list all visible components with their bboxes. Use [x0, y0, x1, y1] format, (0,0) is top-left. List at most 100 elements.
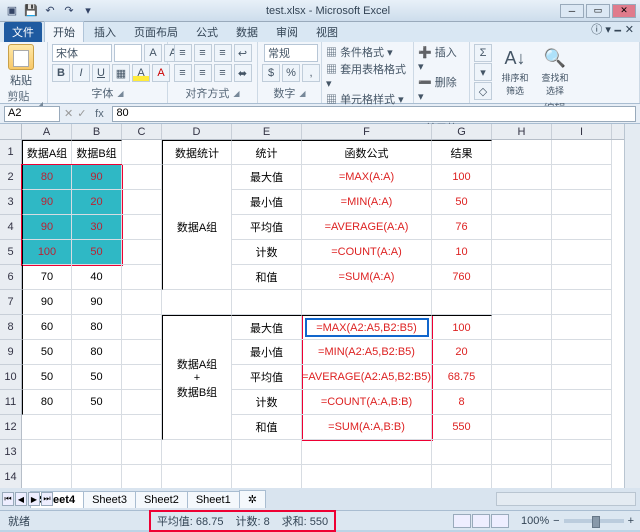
- cell[interactable]: 最小值: [232, 340, 302, 365]
- cell[interactable]: 函数公式: [302, 140, 432, 165]
- align-center-icon[interactable]: ≡: [194, 64, 212, 82]
- cell[interactable]: [162, 440, 232, 465]
- tab-nav-next-icon[interactable]: ▶: [28, 492, 40, 506]
- cell[interactable]: 8: [432, 390, 492, 415]
- cell[interactable]: 80: [22, 165, 72, 190]
- cell[interactable]: [162, 290, 232, 315]
- cell[interactable]: 90: [22, 215, 72, 240]
- align-bot-icon[interactable]: ≡: [214, 44, 232, 62]
- col-I[interactable]: I: [552, 124, 612, 139]
- cell[interactable]: 70: [22, 265, 72, 290]
- cell[interactable]: 50: [22, 365, 72, 390]
- worksheet[interactable]: A B C D E F G H I 1234567891011121314 数据…: [0, 124, 624, 488]
- cell[interactable]: 50: [72, 365, 122, 390]
- help-icon[interactable]: ⓘ ▾ 🗕 ✕: [583, 19, 640, 42]
- column-headers[interactable]: A B C D E F G H I: [22, 124, 624, 140]
- tab-view[interactable]: 视图: [308, 22, 346, 42]
- cell-merged[interactable]: 数据A组+数据B组: [162, 315, 232, 440]
- row-3[interactable]: 3: [0, 190, 21, 215]
- autosum-icon[interactable]: Σ: [474, 44, 492, 62]
- row-12[interactable]: 12: [0, 415, 21, 440]
- cell[interactable]: 数据统计: [162, 140, 232, 165]
- zoom-level[interactable]: 100%: [521, 515, 549, 527]
- cell[interactable]: 100: [432, 165, 492, 190]
- cell[interactable]: =MIN(A:A): [302, 190, 432, 215]
- cell[interactable]: 20: [72, 190, 122, 215]
- cell[interactable]: [492, 265, 552, 290]
- row-4[interactable]: 4: [0, 215, 21, 240]
- cell[interactable]: 平均值: [232, 215, 302, 240]
- paste-button[interactable]: 粘贴: [4, 44, 38, 88]
- align-top-icon[interactable]: ≡: [174, 44, 192, 62]
- cell[interactable]: [552, 340, 612, 365]
- cell[interactable]: 最小值: [232, 190, 302, 215]
- cell[interactable]: [492, 315, 552, 340]
- cell[interactable]: [492, 215, 552, 240]
- col-B[interactable]: B: [72, 124, 122, 139]
- cell[interactable]: =MIN(A2:A5,B2:B5): [302, 340, 432, 365]
- dialog-launcher-icon[interactable]: ◢: [299, 89, 305, 98]
- cell[interactable]: [492, 465, 552, 488]
- cell[interactable]: [122, 240, 162, 265]
- border-icon[interactable]: ▦: [112, 64, 130, 82]
- tab-file[interactable]: 文件: [4, 22, 42, 42]
- cell[interactable]: [302, 290, 432, 315]
- cell[interactable]: 50: [22, 340, 72, 365]
- table-format-button[interactable]: ▦ 套用表格格式 ▾: [326, 61, 409, 90]
- cell[interactable]: [72, 440, 122, 465]
- row-13[interactable]: 13: [0, 440, 21, 465]
- cell[interactable]: 100: [432, 315, 492, 340]
- cell[interactable]: [552, 215, 612, 240]
- cell[interactable]: [122, 140, 162, 165]
- row-8[interactable]: 8: [0, 315, 21, 340]
- cell[interactable]: [552, 190, 612, 215]
- cell[interactable]: 数据B组: [72, 140, 122, 165]
- row-6[interactable]: 6: [0, 265, 21, 290]
- cell[interactable]: [232, 440, 302, 465]
- cell[interactable]: 50: [72, 240, 122, 265]
- cell[interactable]: 90: [72, 290, 122, 315]
- bold-button[interactable]: B: [52, 64, 70, 82]
- tab-nav-first-icon[interactable]: ⏮: [2, 492, 14, 506]
- cell[interactable]: 和值: [232, 415, 302, 440]
- cell[interactable]: 60: [22, 315, 72, 340]
- enter-icon[interactable]: ✓: [77, 107, 86, 120]
- vertical-scrollbar[interactable]: [624, 124, 640, 488]
- cell-merged[interactable]: 数据A组: [162, 165, 232, 290]
- maximize-button[interactable]: ▭: [586, 4, 610, 18]
- row-14[interactable]: 14: [0, 465, 21, 488]
- find-select-button[interactable]: 🔍查找和选择: [538, 50, 572, 94]
- cell[interactable]: [122, 340, 162, 365]
- cell[interactable]: 统计: [232, 140, 302, 165]
- cell[interactable]: [122, 440, 162, 465]
- tab-nav-prev-icon[interactable]: ◀: [15, 492, 27, 506]
- row-2[interactable]: 2: [0, 165, 21, 190]
- name-box[interactable]: A2: [4, 106, 60, 122]
- col-A[interactable]: A: [22, 124, 72, 139]
- cell[interactable]: 76: [432, 215, 492, 240]
- cell[interactable]: [122, 415, 162, 440]
- minimize-button[interactable]: ─: [560, 4, 584, 18]
- view-layout-icon[interactable]: [472, 514, 490, 528]
- cell[interactable]: [122, 465, 162, 488]
- cell[interactable]: =MAX(A:A): [302, 165, 432, 190]
- save-icon[interactable]: 💾: [23, 3, 39, 19]
- delete-cells-button[interactable]: ➖ 删除 ▾: [418, 74, 465, 103]
- cell[interactable]: [122, 190, 162, 215]
- cell[interactable]: 10: [432, 240, 492, 265]
- font-name-select[interactable]: 宋体: [52, 44, 112, 62]
- cell[interactable]: [302, 465, 432, 488]
- cell[interactable]: 30: [72, 215, 122, 240]
- cell[interactable]: =SUM(A:A,B:B): [302, 415, 432, 440]
- qat-more-icon[interactable]: ▾: [80, 3, 96, 19]
- conditional-format-button[interactable]: ▦ 条件格式 ▾: [326, 44, 393, 60]
- cell[interactable]: [552, 315, 612, 340]
- align-mid-icon[interactable]: ≡: [194, 44, 212, 62]
- cell[interactable]: 最大值: [232, 165, 302, 190]
- row-10[interactable]: 10: [0, 365, 21, 390]
- cell[interactable]: [122, 315, 162, 340]
- fx-icon[interactable]: fx: [90, 108, 108, 120]
- cell[interactable]: [492, 440, 552, 465]
- cell[interactable]: 550: [432, 415, 492, 440]
- cell[interactable]: [22, 415, 72, 440]
